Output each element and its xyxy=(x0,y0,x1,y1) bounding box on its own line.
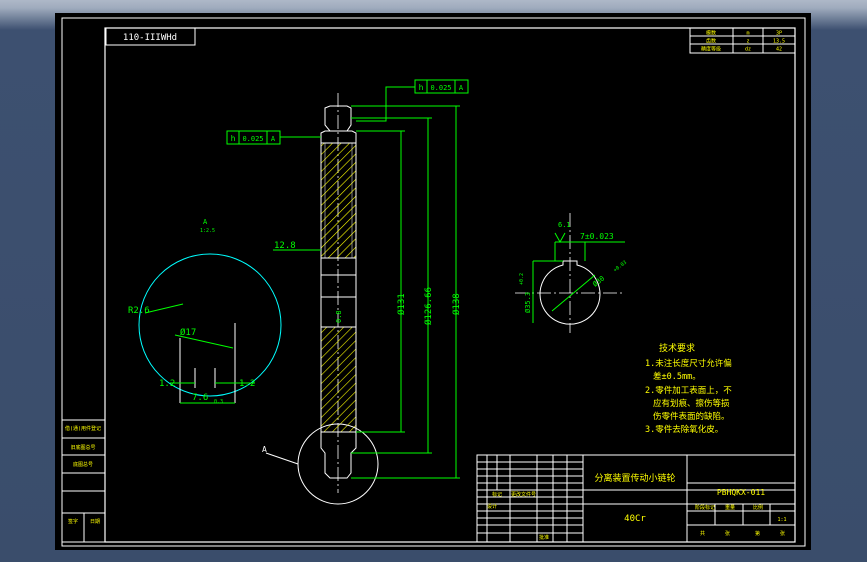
dim-detail-bottom-tol: 0.3 xyxy=(214,399,223,405)
tol-left-datum: A xyxy=(271,135,276,143)
dim-detail-left: 1.2 xyxy=(159,379,175,389)
dim-0-8: 0.8 xyxy=(335,310,343,323)
dim-keyway-width: 7±0.023 xyxy=(580,232,614,241)
outer-border xyxy=(61,17,806,547)
tol-upper-symbol: h xyxy=(419,83,424,92)
tb-header-0: 标记 xyxy=(492,491,502,498)
tol-left-value: 0.025 xyxy=(242,135,263,143)
tb-right-3: 共 xyxy=(700,530,705,537)
tech-line-5: 3.零件去除氧化皮。 xyxy=(645,424,723,435)
param-row1-label: 齿数 xyxy=(706,38,716,45)
tech-line-1: 差±0.5mm。 xyxy=(653,371,701,382)
dim-d131: Ø131 xyxy=(396,293,407,315)
title-block: 分离装置传动小链轮 PBHQKX-011 40Cr 1:1 标记 更改文件号 设… xyxy=(476,454,796,543)
tech-line-0: 1.未注长度尺寸允许偏 xyxy=(645,358,732,369)
inner-border xyxy=(104,27,796,543)
strip-label-2: 底图总号 xyxy=(73,461,93,468)
sprocket-section-view xyxy=(320,93,357,493)
dim-detail-right: 1.2 xyxy=(239,379,255,389)
param-row2-val: 42 xyxy=(776,47,782,53)
tb-right-5: 第 xyxy=(755,530,760,537)
dim-d126: Ø126.66 xyxy=(423,287,434,325)
drawing-number-box: 110-IIIWHd xyxy=(105,27,196,46)
detail-label: A xyxy=(203,218,208,226)
detail-callout-leader xyxy=(265,452,299,465)
param-row2-sym: dz xyxy=(745,47,751,53)
tech-line-2: 2.零件加工表面上，不 xyxy=(645,385,732,396)
param-row1-val: 13.5 xyxy=(773,39,785,45)
drawing-number-text: 110-IIIWHd xyxy=(123,33,177,43)
scale-value: 1:1 xyxy=(777,517,786,523)
drawing-code: PBHQKX-011 xyxy=(717,488,765,497)
strip-label-4: 日期 xyxy=(90,519,100,525)
dim-detail-angle: Ø17 xyxy=(180,327,196,338)
left-registration-strip: 借(通)用件登记 旧底图总号 底图总号 签字 日期 xyxy=(61,419,106,543)
dim-keyway-depth-tol: +0.2 xyxy=(519,273,525,285)
dim-keyway-depth: Ø35.3 xyxy=(524,292,532,313)
tech-requirements: 技术要求 1.未注长度尺寸允许偏 差±0.5mm。 2.零件加工表面上，不 应有… xyxy=(645,342,732,435)
tech-title: 技术要求 xyxy=(659,342,695,354)
parameter-table: 模数 m 3P 齿数 z 13.5 精度等级 dz 42 xyxy=(689,27,796,54)
tb-header-3: 更改文件号 xyxy=(511,491,536,498)
param-row2-label: 精度等级 xyxy=(701,46,721,53)
tolerance-frame-left: h 0.025 A xyxy=(226,130,321,145)
detail-scale: 1:2.5 xyxy=(200,228,215,234)
dim-detail-bottom: 7.6 xyxy=(192,393,208,403)
strip-label-0: 借(通)用件登记 xyxy=(65,425,101,432)
tb-right-2: 比例 xyxy=(753,504,763,511)
param-row1-sym: z xyxy=(746,39,749,45)
param-row0-val: 3P xyxy=(776,31,782,37)
part-name: 分离装置传动小链轮 xyxy=(594,472,675,484)
cad-viewport[interactable]: 110-IIIWHd 模数 m 3P 齿数 z 13.5 精度等级 dz 42 … xyxy=(55,13,811,550)
hub-end-view: 7±0.023 6.1 Ø35.3 +0.2 Ø30 +0.03 xyxy=(515,213,628,333)
strip-label-1: 旧底图总号 xyxy=(70,444,95,451)
tech-line-3: 应有划痕、擦伤等损 xyxy=(653,398,730,409)
roughness-keyway: 6.1 xyxy=(558,221,571,229)
tb-right-4: 张 xyxy=(725,530,730,537)
dim-12-8: 12.8 xyxy=(274,241,296,251)
engineering-drawing: 110-IIIWHd 模数 m 3P 齿数 z 13.5 精度等级 dz 42 … xyxy=(61,17,806,547)
dim-d138: Ø138 xyxy=(451,293,462,315)
tb-row-0: 设计 xyxy=(487,503,497,510)
param-row0-label: 模数 xyxy=(706,30,716,37)
tol-left-symbol: h xyxy=(231,134,236,143)
strip-label-3: 签字 xyxy=(68,518,78,525)
tolerance-frame-upper: h 0.025 A xyxy=(356,79,469,122)
tb-right-1: 重量 xyxy=(725,504,735,511)
param-row0-sym: m xyxy=(746,31,749,37)
tb-row-4: 批准 xyxy=(539,534,549,541)
material: 40Cr xyxy=(624,514,646,524)
tb-right-0: 阶段标记 xyxy=(695,504,715,511)
tol-upper-value: 0.025 xyxy=(430,84,451,92)
tol-upper-datum: A xyxy=(459,84,464,92)
dim-detail-r: R2.6 xyxy=(128,306,150,316)
tb-right-6: 张 xyxy=(780,530,785,537)
tech-line-4: 伤零件表面的缺陷。 xyxy=(653,411,730,422)
detail-callout-label: A xyxy=(262,445,267,454)
detail-a-view: A 1:2.5 R2.6 Ø17 1.2 1.2 7.6 0.3 xyxy=(128,218,282,405)
dim-bore-tol: +0.03 xyxy=(613,260,629,274)
